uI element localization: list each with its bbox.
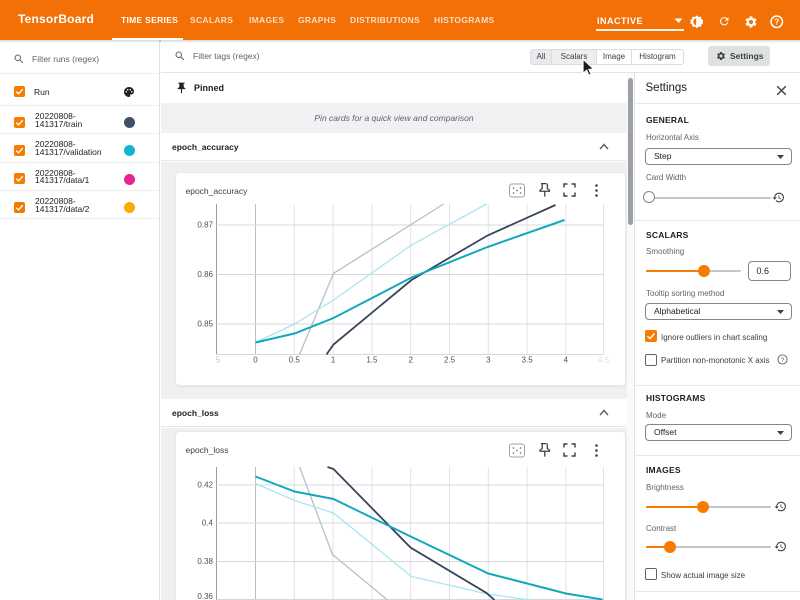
- svg-text:0: 0: [253, 356, 258, 365]
- svg-text:0.86: 0.86: [197, 270, 213, 279]
- svg-text:?: ?: [781, 357, 785, 364]
- svg-text:2: 2: [408, 356, 413, 365]
- svg-text:?: ?: [774, 17, 779, 27]
- svg-text:1.5: 1.5: [366, 356, 378, 365]
- svg-text:0.36: 0.36: [197, 592, 213, 600]
- svg-text:3.5: 3.5: [521, 356, 533, 365]
- svg-text:4.5: 4.5: [597, 356, 609, 365]
- svg-text:3: 3: [486, 356, 491, 365]
- svg-text:5: 5: [215, 356, 220, 365]
- svg-text:2.5: 2.5: [443, 356, 455, 365]
- svg-text:0.85: 0.85: [197, 320, 213, 329]
- svg-text:1: 1: [330, 356, 335, 365]
- svg-text:0.87: 0.87: [197, 221, 213, 230]
- svg-text:0.42: 0.42: [197, 481, 213, 490]
- svg-text:4: 4: [563, 356, 568, 365]
- svg-text:0.38: 0.38: [197, 557, 213, 566]
- svg-text:0.5: 0.5: [288, 356, 300, 365]
- svg-text:0.4: 0.4: [201, 519, 213, 528]
